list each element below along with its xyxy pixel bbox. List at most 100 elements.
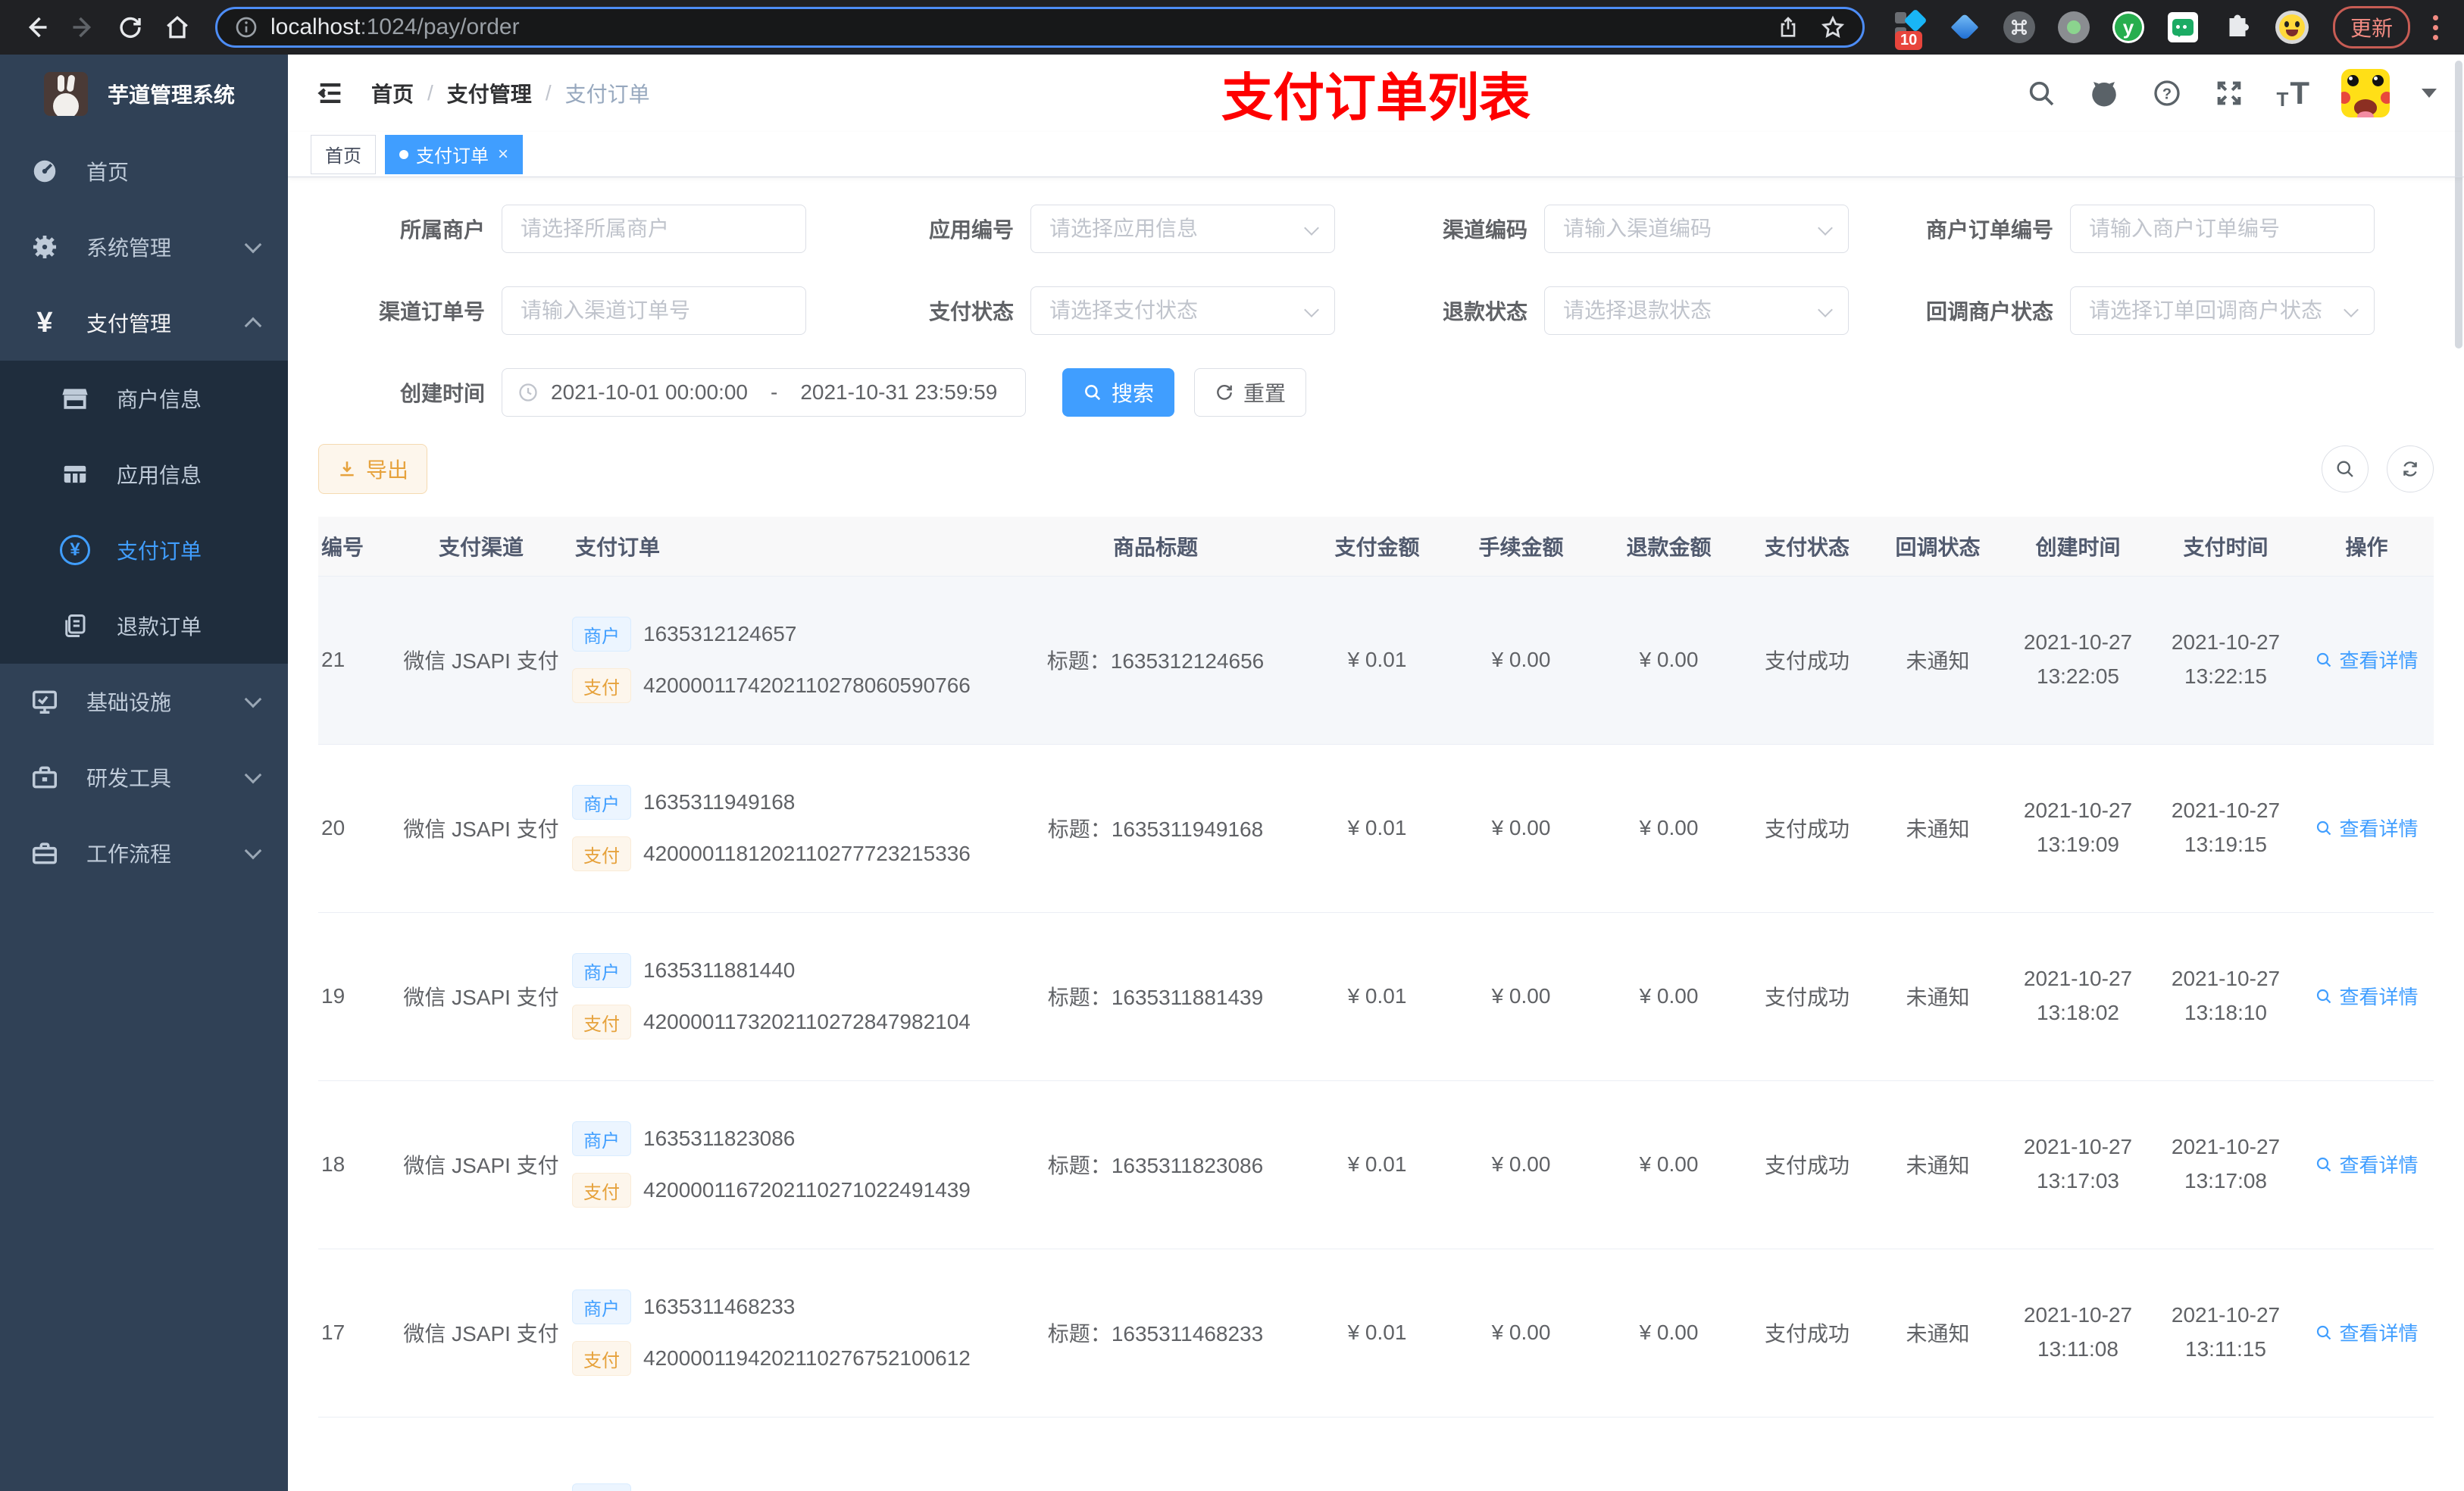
- notify-status-filter-select[interactable]: [2070, 286, 2375, 335]
- recorder-extension-icon[interactable]: [2057, 11, 2090, 44]
- sidebar-item-app-info[interactable]: 应用信息: [0, 436, 288, 512]
- help-icon[interactable]: ?: [2152, 78, 2182, 108]
- profile-emoji-icon[interactable]: [2275, 11, 2309, 44]
- view-detail-link[interactable]: 查看详情: [2315, 1150, 2419, 1178]
- create-time: 2021-10-27 13:17:03: [2004, 1080, 2152, 1249]
- home-button[interactable]: [158, 8, 197, 47]
- order-id: [318, 1417, 390, 1491]
- chrome-menu-icon[interactable]: [2424, 14, 2447, 40]
- sidebar-item-home[interactable]: 首页: [0, 133, 288, 209]
- merchant-order-no: 1635312124657: [643, 622, 797, 645]
- table-row[interactable]: 18 微信 JSAPI 支付 商户 1635311823086 支付 42000…: [318, 1080, 2434, 1249]
- breadcrumb-payment[interactable]: 支付管理: [447, 78, 532, 108]
- forward-button[interactable]: [64, 8, 103, 47]
- sidebar-item-pay-order[interactable]: ¥ 支付订单: [0, 512, 288, 588]
- sidebar-collapse-icon[interactable]: [315, 78, 346, 108]
- table-row[interactable]: 21 微信 JSAPI 支付 商户 1635312124657 支付 42000…: [318, 576, 2434, 745]
- github-icon[interactable]: [2088, 77, 2120, 109]
- bookmark-star-icon[interactable]: [1820, 14, 1846, 40]
- url-text: localhost:1024/pay/order: [270, 14, 520, 39]
- tab-close-icon[interactable]: ×: [498, 144, 508, 165]
- command-extension-icon[interactable]: [2003, 11, 2036, 44]
- pay-channel: [390, 1417, 572, 1491]
- page-scrollbar[interactable]: [2455, 61, 2462, 349]
- chat-extension-icon[interactable]: [2166, 11, 2200, 44]
- search-icon[interactable]: [2026, 78, 2056, 108]
- merchant-order-no: 1635311949168: [643, 790, 796, 814]
- reset-button[interactable]: 重置: [1194, 368, 1307, 417]
- table-row[interactable]: 17 微信 JSAPI 支付 商户 1635311468233 支付 42000…: [318, 1249, 2434, 1418]
- product-title: [1004, 1417, 1307, 1491]
- view-detail-link[interactable]: 查看详情: [2315, 645, 2419, 674]
- pay-time: 2021-10-27 13:17:08: [2152, 1080, 2300, 1249]
- refund-amount: ¥ 0.00: [1595, 912, 1743, 1081]
- view-detail-link[interactable]: 查看详情: [2315, 982, 2419, 1010]
- order-id: 20: [318, 744, 390, 913]
- tags-view: 首页 支付订单 ×: [288, 132, 2464, 177]
- view-detail-link[interactable]: 查看详情: [2315, 1318, 2419, 1346]
- avatar-caret-icon[interactable]: [2422, 89, 2437, 98]
- sidebar-item-refund-order[interactable]: 退款订单: [0, 588, 288, 664]
- notify-status: [1871, 1417, 2004, 1491]
- table-row[interactable]: 19 微信 JSAPI 支付 商户 1635311881440 支付 42000…: [318, 912, 2434, 1081]
- refund-status-filter-select[interactable]: [1544, 286, 1849, 335]
- table-row[interactable]: 商户 1635311351726: [318, 1417, 2434, 1491]
- col-create-time: 创建时间: [2004, 517, 2152, 577]
- sidebar-item-infra[interactable]: 基础设施: [0, 664, 288, 739]
- font-size-icon[interactable]: TT: [2276, 77, 2309, 110]
- reload-button[interactable]: [111, 8, 150, 47]
- merchant-filter-input[interactable]: [502, 205, 806, 253]
- refresh-button[interactable]: [2387, 445, 2434, 492]
- refund-amount: ¥ 0.00: [1595, 1249, 1743, 1418]
- toggle-search-button[interactable]: [2322, 445, 2369, 492]
- table-row[interactable]: 20 微信 JSAPI 支付 商户 1635311949168 支付 42000…: [318, 744, 2434, 913]
- back-icon: [28, 17, 47, 38]
- order-id: 19: [318, 912, 390, 1081]
- documents-icon: [59, 612, 91, 639]
- pay-status: 支付成功: [1743, 576, 1871, 745]
- breadcrumb-current: 支付订单: [564, 83, 650, 106]
- channel-order-no-filter-input[interactable]: [502, 286, 806, 335]
- sidebar-item-system[interactable]: 系统管理: [0, 209, 288, 285]
- table-toolbar: 导出: [318, 444, 2434, 494]
- merchant-tag: 商户: [572, 785, 631, 820]
- col-title: 商品标题: [1004, 517, 1307, 577]
- fee-amount: ¥ 0.00: [1447, 1080, 1595, 1249]
- pay-status: 支付成功: [1743, 1249, 1871, 1418]
- merchant-order-no: 1635311881440: [643, 958, 796, 982]
- merchant-order-no-filter-label: 商户订单编号: [1925, 218, 2053, 242]
- url-bar[interactable]: localhost:1024/pay/order: [215, 7, 1865, 48]
- puzzle-extensions-icon[interactable]: [2221, 11, 2254, 44]
- channel-code-filter-select[interactable]: [1544, 205, 1849, 253]
- kite-extension-icon[interactable]: [1948, 11, 1981, 44]
- back-button[interactable]: [17, 8, 56, 47]
- pay-status-filter-select[interactable]: [1030, 286, 1335, 335]
- app-logo: 芋道管理系统: [0, 55, 288, 133]
- pay-time: 2021-10-27 13:19:15: [2152, 744, 2300, 913]
- sidebar-item-payment[interactable]: ¥ 支付管理: [0, 285, 288, 361]
- y-extension-icon[interactable]: y: [2112, 11, 2145, 44]
- export-button[interactable]: 导出: [318, 444, 428, 494]
- pay-tag: 支付: [572, 668, 631, 703]
- chrome-update-button[interactable]: 更新: [2332, 6, 2410, 48]
- breadcrumb-home[interactable]: 首页: [371, 78, 414, 108]
- fullscreen-icon[interactable]: [2214, 78, 2244, 108]
- share-icon[interactable]: [1776, 15, 1800, 39]
- search-icon: [2317, 989, 2331, 1004]
- grid-icon: [59, 460, 91, 489]
- notify-status: 未通知: [1871, 744, 2004, 913]
- tab-pay-order[interactable]: 支付订单 ×: [385, 134, 524, 174]
- search-button[interactable]: 搜索: [1062, 368, 1175, 417]
- app-filter-select[interactable]: [1030, 205, 1335, 253]
- extension-stack-icon[interactable]: 10: [1893, 8, 1928, 50]
- tab-home[interactable]: 首页: [311, 134, 376, 174]
- sidebar-item-merchant-info[interactable]: 商户信息: [0, 361, 288, 436]
- avatar[interactable]: [2341, 69, 2390, 117]
- view-detail-link[interactable]: 查看详情: [2315, 814, 2419, 842]
- date-range-input[interactable]: 2021-10-01 00:00:00 - 2021-10-31 23:59:5…: [502, 368, 1026, 417]
- svg-text:?: ?: [2162, 86, 2172, 103]
- sidebar-item-dev-tools[interactable]: 研发工具: [0, 739, 288, 815]
- merchant-filter-label: 所属商户: [399, 218, 485, 242]
- sidebar-item-workflow[interactable]: 工作流程: [0, 815, 288, 891]
- merchant-order-no-filter-input[interactable]: [2070, 205, 2375, 253]
